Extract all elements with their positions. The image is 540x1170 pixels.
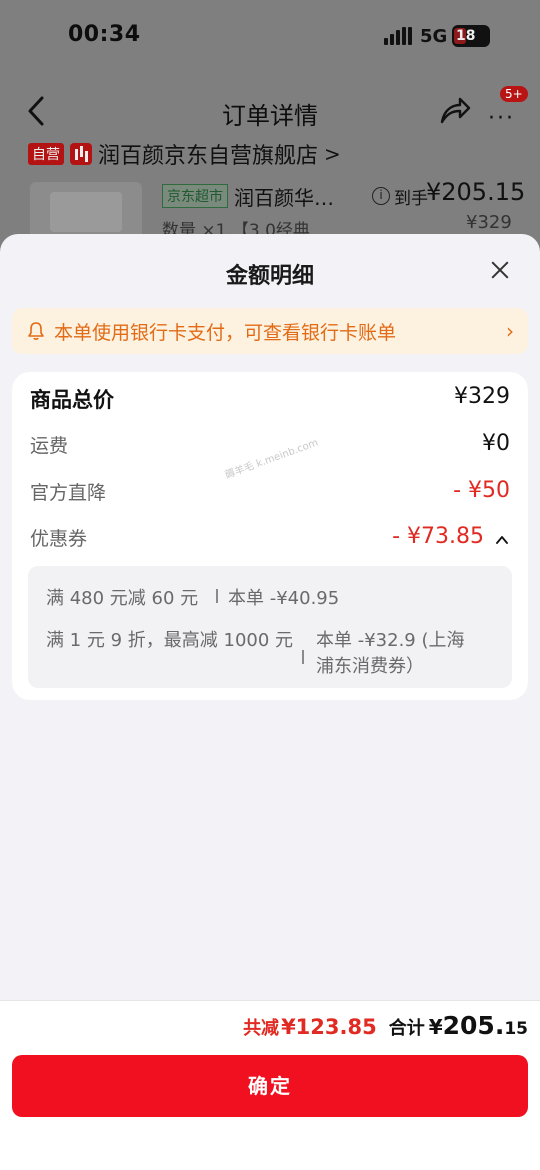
notice-text: 本单使用银行卡支付，可查看银行卡账单	[54, 321, 397, 344]
sheet-title: 金额明细	[225, 264, 314, 289]
shop-logo-icon	[70, 143, 92, 165]
arrive-price: ¥205.15	[426, 178, 526, 206]
coupon-detail: 本单 -¥40.95	[228, 588, 340, 609]
shop-name: 润百颜京东自营旗舰店	[98, 144, 319, 169]
bank-card-notice[interactable]: 本单使用银行卡支付，可查看银行卡账单 ›	[12, 308, 528, 354]
battery-icon: 18	[452, 25, 490, 47]
row-label: 商品总价	[30, 388, 114, 412]
info-icon[interactable]: i	[372, 187, 390, 205]
signal-icon	[384, 27, 412, 45]
total-row: 共减 ¥123.85 合计 ¥ 205. 15	[243, 1011, 528, 1043]
sum-integer: 205.	[442, 1011, 505, 1040]
amount-card: 商品总价 ¥329 运费 ¥0 薅羊毛 k.meinb.com 官方直降 - ¥…	[12, 372, 528, 700]
shop-row[interactable]: 自营 润百颜京东自营旗舰店 >	[28, 140, 341, 169]
bell-icon	[28, 322, 44, 340]
row-value: ¥329	[454, 384, 510, 409]
sum-decimal: 15	[504, 1019, 528, 1039]
self-operated-tag: 自营	[28, 143, 64, 165]
coupon-rule: 满 1 元 9 折，最高减 1000 元	[46, 630, 294, 651]
share-icon[interactable]	[438, 94, 472, 126]
coupon-detail: 浦东消费券）	[316, 656, 424, 677]
nav-bar: 订单详情 ··· 5+	[0, 86, 540, 136]
row-value: - ¥50	[453, 478, 510, 503]
close-icon[interactable]	[486, 256, 514, 284]
row-label: 运费	[30, 435, 69, 457]
coupon-row[interactable]: 优惠券 - ¥73.85	[30, 524, 510, 558]
arrive-label: 到手	[394, 189, 428, 209]
official-discount-row: 官方直降 - ¥50	[30, 478, 510, 512]
row-value: ¥0	[482, 431, 510, 456]
chevron-right-icon: >	[324, 142, 341, 166]
sum-currency: ¥	[428, 1015, 443, 1039]
product-name[interactable]: 润百颜华…	[234, 182, 334, 211]
saved-label: 共减	[243, 1018, 280, 1039]
footer-bar: 共减 ¥123.85 合计 ¥ 205. 15 确定	[0, 1000, 540, 1170]
status-time: 00:34	[68, 22, 141, 47]
coupon-detail: 本单 -¥32.9 (上海	[316, 630, 465, 651]
row-label: 优惠券	[30, 528, 88, 550]
coupon-rule: 满 480 元减 60 元	[46, 588, 199, 609]
coupon-detail-box: 满 480 元减 60 元 本单 -¥40.95 满 1 元 9 折，最高减 1…	[28, 566, 512, 688]
original-price: ¥329	[466, 212, 512, 233]
chevron-right-icon: ›	[506, 319, 514, 343]
more-icon[interactable]: ···	[488, 106, 515, 131]
network-label: 5G	[420, 26, 448, 47]
total-price-row: 商品总价 ¥329	[30, 384, 510, 418]
battery-level: 18	[456, 28, 476, 44]
row-value: - ¥73.85	[392, 524, 484, 549]
chevron-up-icon[interactable]	[496, 534, 508, 546]
status-bar: 00:34 5G 18	[0, 0, 540, 72]
sum-label: 合计	[388, 1018, 425, 1039]
order-detail-background: 00:34 5G 18 订单详情 ··· 5+ 自营 润百颜京东自营旗舰店 > …	[0, 0, 540, 245]
divider	[302, 650, 304, 664]
supermarket-tag: 京东超市	[162, 184, 228, 208]
saved-value: ¥123.85	[281, 1015, 377, 1039]
row-label: 官方直降	[30, 482, 107, 504]
confirm-button[interactable]: 确定	[12, 1055, 528, 1117]
divider	[216, 589, 218, 603]
product-image[interactable]	[30, 182, 142, 242]
message-badge: 5+	[500, 86, 528, 102]
